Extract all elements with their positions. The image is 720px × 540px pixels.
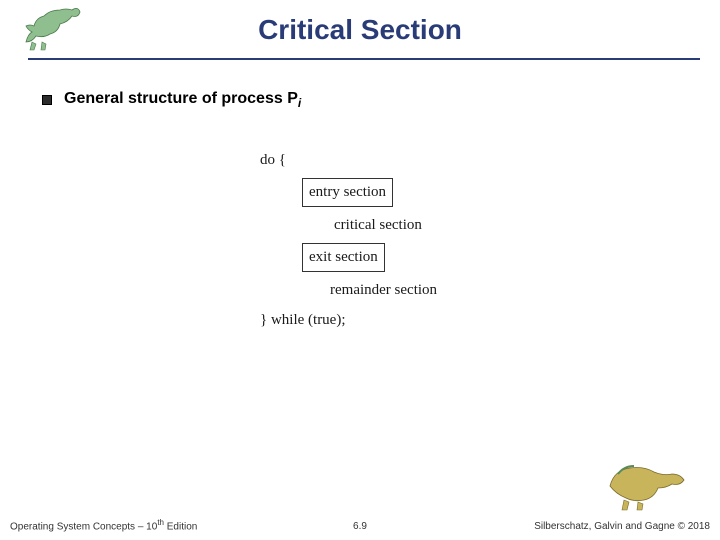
entry-box: entry section <box>302 178 393 207</box>
footer-copyright: Silberschatz, Galvin and Gagne © 2018 <box>534 521 710 532</box>
slide: Critical Section General structure of pr… <box>0 0 720 540</box>
slide-footer: Operating System Concepts – 10th Edition… <box>0 514 720 532</box>
title-underline <box>28 58 700 60</box>
code-entry-section: entry section <box>302 178 437 207</box>
code-structure: do { entry section critical section exit… <box>260 148 437 338</box>
bullet-square-icon <box>42 95 52 105</box>
process-symbol: P <box>287 90 298 107</box>
code-critical-section: critical section <box>334 213 437 237</box>
code-while-close: } while (true); <box>260 308 437 332</box>
bullet-text-prefix: General structure of process <box>64 90 287 107</box>
dinosaur-icon <box>604 456 688 512</box>
bullet-text: General structure of process Pi <box>64 90 301 110</box>
exit-box: exit section <box>302 243 385 272</box>
code-do-open: do { <box>260 148 437 172</box>
bullet-item: General structure of process Pi <box>42 90 680 110</box>
process-subscript: i <box>298 96 301 110</box>
slide-header: Critical Section <box>0 0 720 66</box>
code-remainder-section: remainder section <box>330 278 437 302</box>
code-exit-section: exit section <box>302 243 437 272</box>
slide-title: Critical Section <box>0 14 720 46</box>
slide-content: General structure of process Pi <box>42 90 680 110</box>
